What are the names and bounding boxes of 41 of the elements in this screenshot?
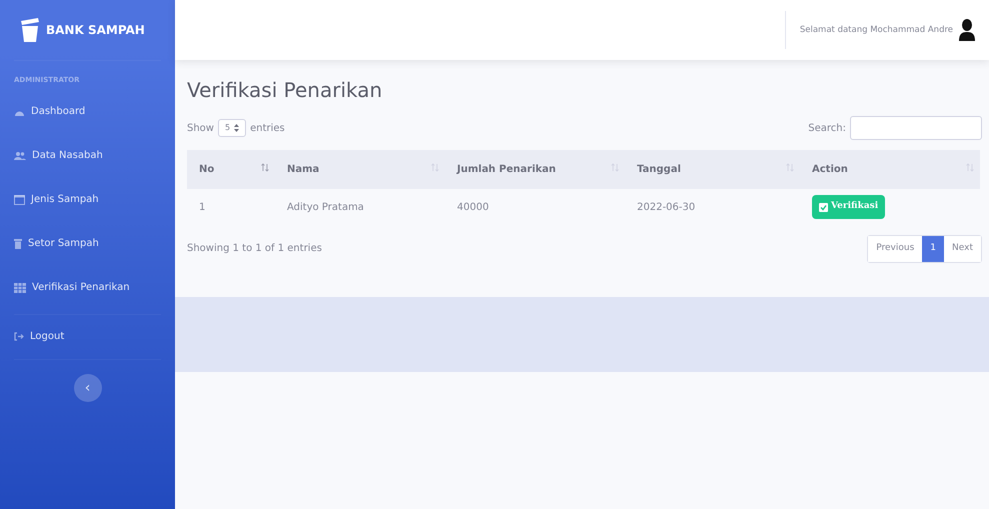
sidebar-item[interactable]: Verifikasi Penarikan — [14, 266, 161, 310]
sort-arrows-icon[interactable] — [431, 163, 439, 172]
updown-caret-icon — [234, 124, 240, 132]
window-icon — [14, 194, 25, 204]
welcome-text: Selamat datang Mochammad Andre — [784, 11, 953, 49]
table-icon — [14, 282, 26, 292]
search-field[interactable] — [850, 116, 982, 140]
sidebar-item[interactable]: Jenis Sampah — [14, 178, 161, 222]
trash-bin-icon — [20, 18, 40, 42]
entries-label: entries — [250, 122, 285, 136]
table-cell: Adityo Pratama — [287, 202, 364, 212]
show-label: Show — [187, 122, 214, 136]
logout-link[interactable]: Logout — [14, 314, 161, 358]
sort-arrows-icon[interactable] — [611, 163, 619, 172]
table-info-text: Showing 1 to 1 of 1 entries — [187, 242, 322, 256]
sidebar-item[interactable]: Setor Sampah — [14, 222, 161, 266]
column-header[interactable]: Tanggal — [637, 164, 681, 175]
column-header[interactable]: Nama — [287, 164, 320, 175]
column-header[interactable]: Action — [812, 164, 848, 175]
user-silhouette-icon[interactable] — [959, 19, 975, 41]
column-header[interactable]: Jumlah Penarikan — [457, 164, 556, 175]
verify-button[interactable]: Verifikasi — [812, 195, 886, 219]
trash-icon — [14, 238, 22, 248]
entries-select[interactable]: 5 — [218, 119, 246, 137]
sidebar-item[interactable]: Data Nasabah — [14, 134, 161, 178]
page-title: Verifikasi Penarikan — [187, 78, 384, 102]
users-icon — [14, 150, 26, 160]
column-header[interactable]: No — [199, 164, 214, 175]
logout-icon — [14, 332, 24, 341]
checkbox-icon — [819, 202, 828, 212]
sort-arrows-icon[interactable] — [786, 163, 794, 172]
table-cell: 1 — [199, 202, 206, 212]
table-cell: 40000 — [457, 202, 489, 212]
table-cell: 2022-06-30 — [637, 202, 696, 212]
search-label: Search: — [808, 122, 846, 136]
sidebar-toggle-button[interactable]: ‹ — [74, 374, 102, 402]
sort-arrows-icon[interactable] — [966, 163, 974, 172]
brand-name[interactable]: BANK SAMPAH — [46, 21, 145, 39]
sidebar-item[interactable]: Dashboard — [14, 90, 161, 134]
sort-arrows-icon[interactable] — [261, 163, 269, 172]
pagination-button[interactable]: 1 — [922, 236, 944, 262]
